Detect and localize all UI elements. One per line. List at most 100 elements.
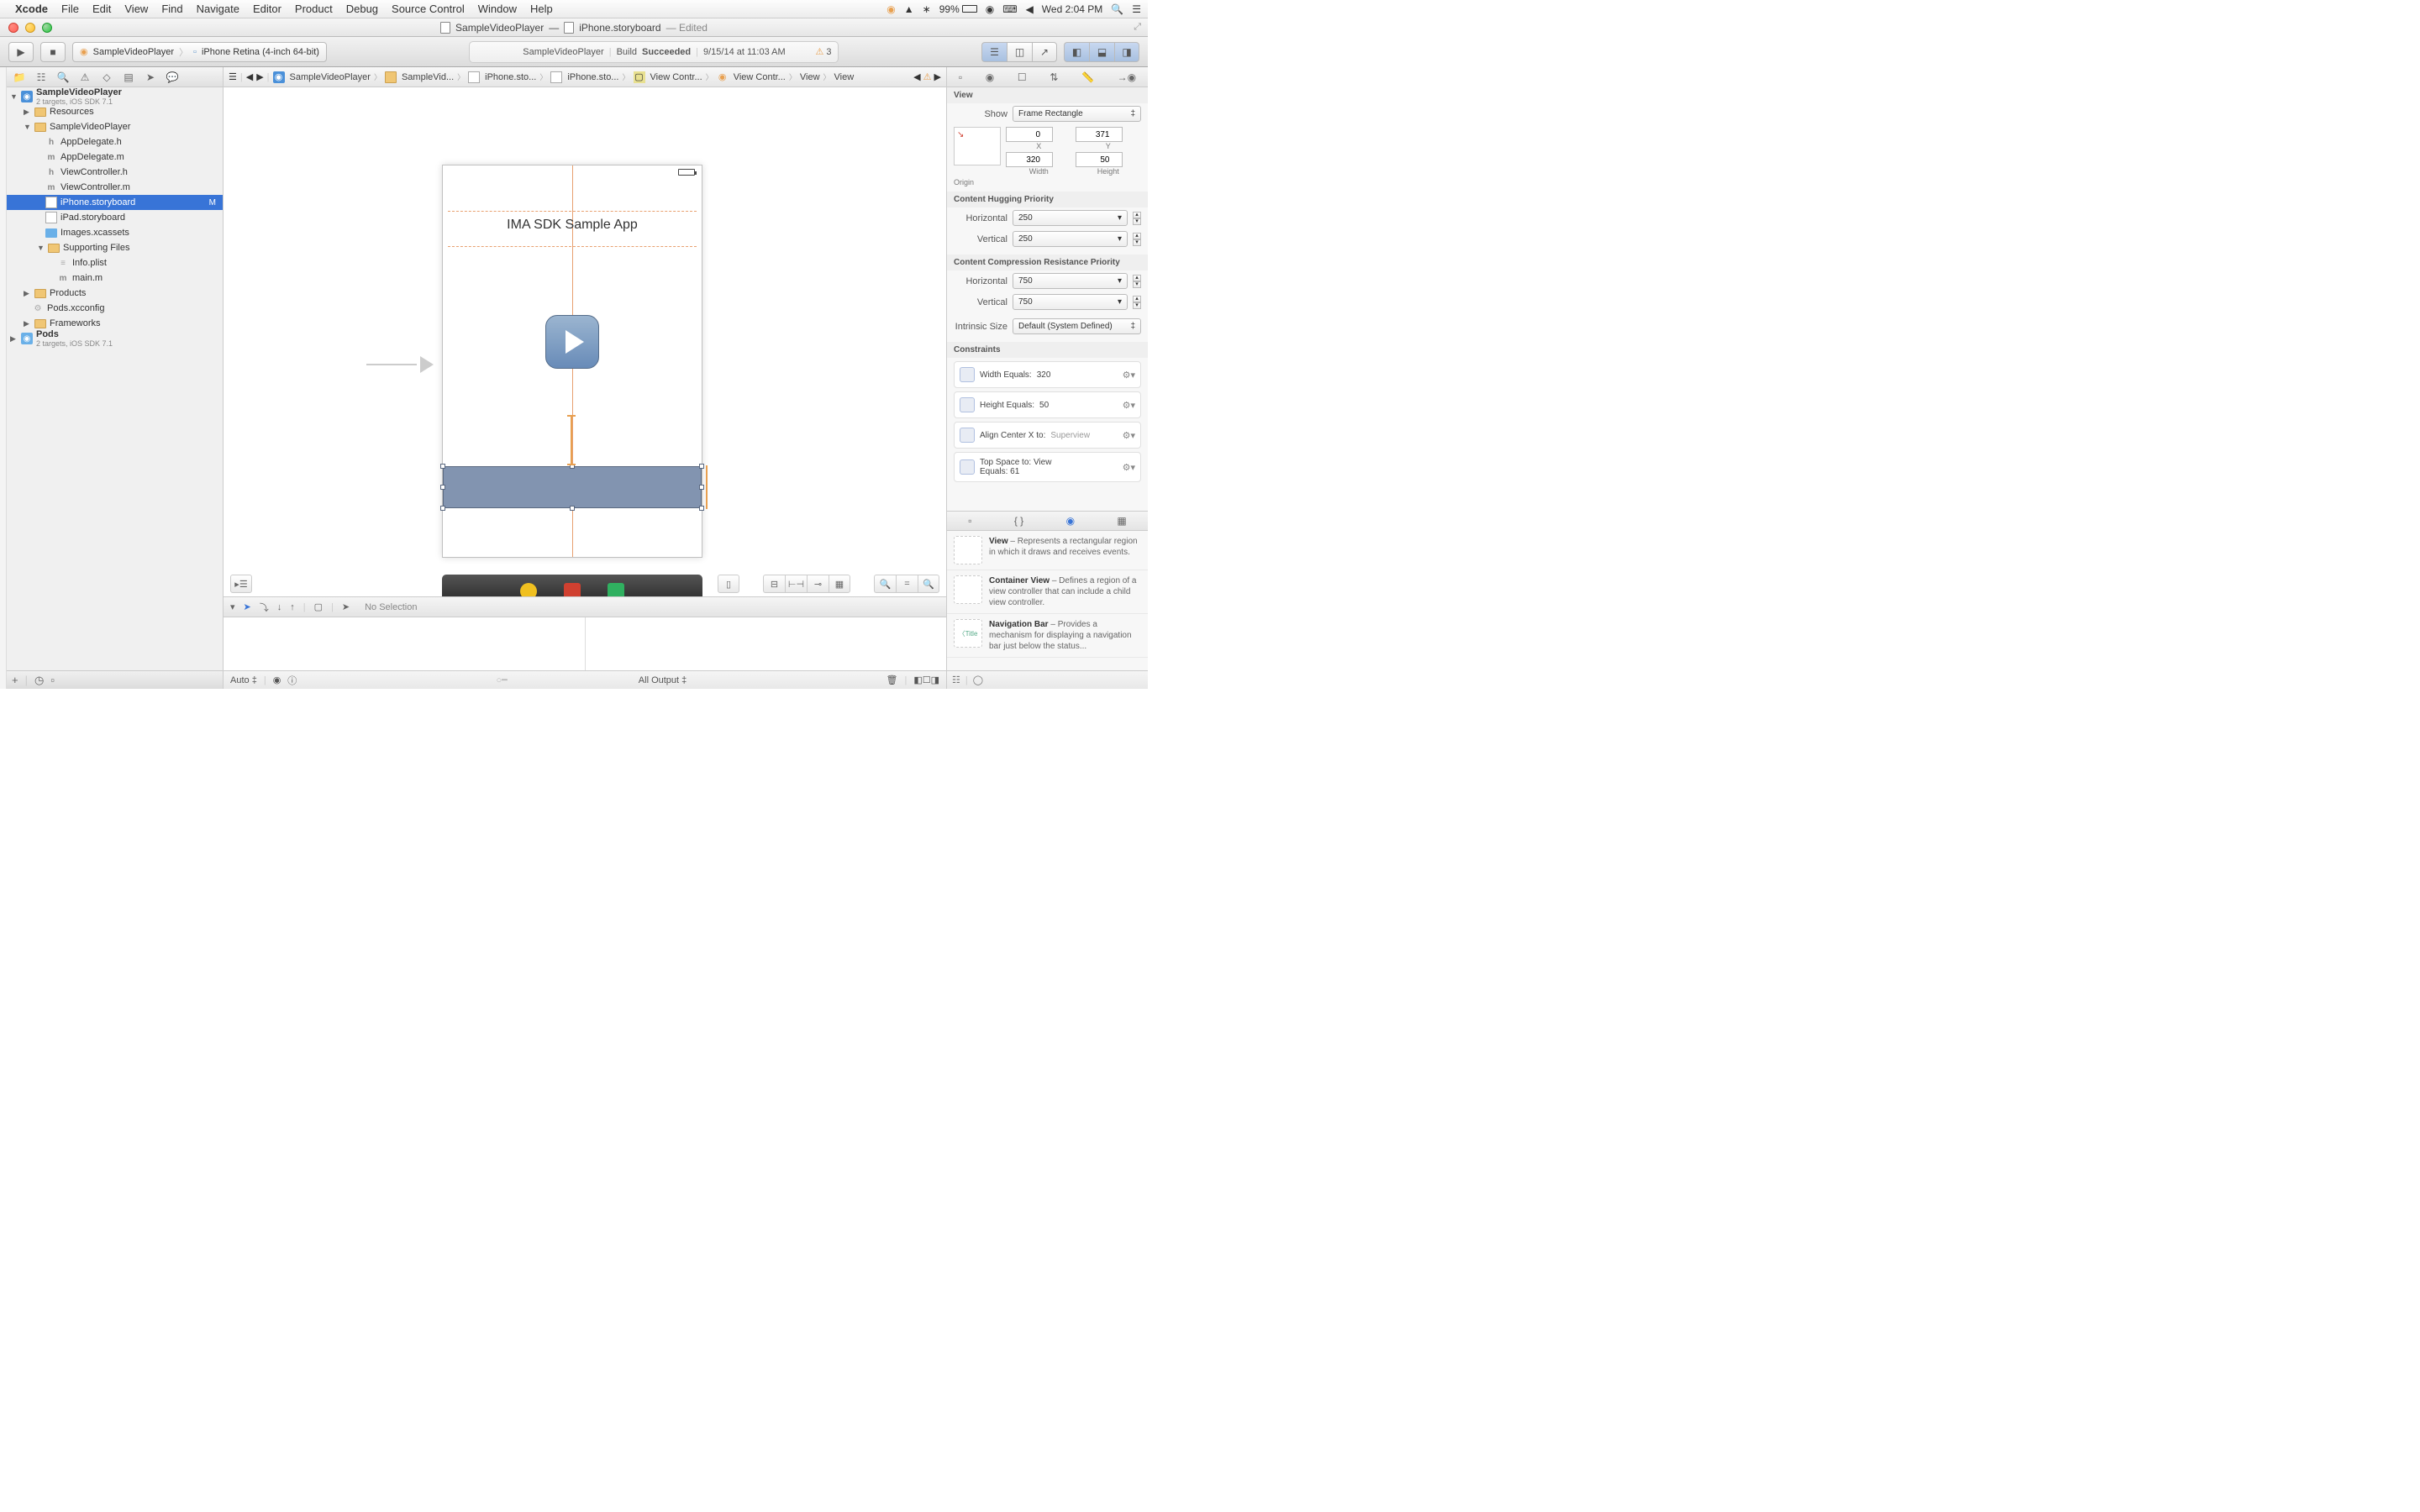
library-view-mode[interactable]: ☷ <box>952 675 960 685</box>
origin-selector[interactable]: ↘ <box>954 127 1001 165</box>
standard-editor-button[interactable]: ☰ <box>981 42 1007 62</box>
attributes-inspector-tab[interactable]: ⇅ <box>1050 71 1058 83</box>
step-out-button[interactable]: ↑ <box>290 602 295 612</box>
assistant-editor-button[interactable]: ◫ <box>1007 42 1032 62</box>
x-field[interactable] <box>1006 127 1053 142</box>
print-button[interactable]: ⓘ <box>287 674 297 687</box>
zoom-button[interactable] <box>42 23 52 33</box>
app-menu[interactable]: Xcode <box>15 3 48 15</box>
edit-menu[interactable]: Edit <box>92 3 111 15</box>
hugging-h-field[interactable]: 250▾ <box>1013 210 1128 226</box>
minimize-button[interactable] <box>25 23 35 33</box>
step-in-button[interactable]: ↓ <box>277 602 282 612</box>
library-item-container[interactable]: Container View – Defines a region of a v… <box>947 570 1148 614</box>
size-inspector-tab[interactable]: 📏 <box>1081 71 1094 83</box>
sync-icon[interactable]: ◉ <box>886 3 895 15</box>
intrinsic-size-selector[interactable]: Default (System Defined)‡ <box>1013 318 1141 334</box>
selected-view[interactable] <box>443 466 702 508</box>
notifications-icon[interactable]: ▲ <box>904 3 914 15</box>
debug-view-button[interactable]: ▢ <box>314 601 323 612</box>
forward-button[interactable]: ▶ <box>256 71 263 82</box>
zoom-in-button[interactable]: 🔍 <box>918 575 939 593</box>
variables-scope-selector[interactable]: Auto ‡ <box>230 675 257 685</box>
breakpoint-navigator-tab[interactable]: ➤ <box>143 71 158 84</box>
code-snippet-library-tab[interactable]: { } <box>1014 515 1023 527</box>
console-view[interactable] <box>586 617 947 670</box>
toggle-utilities-button[interactable]: ◨ <box>1114 42 1139 62</box>
scheme-selector[interactable]: ◉ SampleVideoPlayer 〉 ▫ iPhone Retina (4… <box>72 42 327 62</box>
find-navigator-tab[interactable]: 🔍 <box>55 71 71 84</box>
y-field[interactable] <box>1076 127 1123 142</box>
battery-status[interactable]: 99% <box>939 3 977 15</box>
library-filter-field[interactable]: ◯ <box>973 675 1143 685</box>
recent-filter-button[interactable]: ◷ <box>34 674 44 687</box>
keyboard-icon[interactable]: ⌨ <box>1002 3 1017 15</box>
debug-navigator-tab[interactable]: ▤ <box>121 71 136 84</box>
wifi-icon[interactable]: ◉ <box>986 3 994 15</box>
file-inspector-tab[interactable]: ▫ <box>959 71 962 83</box>
form-factor-button[interactable]: ▯ <box>718 575 739 593</box>
help-menu[interactable]: Help <box>530 3 553 15</box>
constraint-centerx[interactable]: Align Center X to: Superview⚙▾ <box>954 422 1141 449</box>
step-over-button[interactable]: ⤵ <box>260 601 269 614</box>
zoom-actual-button[interactable]: = <box>896 575 918 593</box>
scm-filter-button[interactable]: ▫ <box>50 674 55 686</box>
align-button[interactable]: ⊟ <box>763 575 785 593</box>
version-editor-button[interactable]: ↗ <box>1032 42 1057 62</box>
pin-button[interactable]: ⊢⊣ <box>785 575 807 593</box>
clock[interactable]: Wed 2:04 PM <box>1042 3 1102 15</box>
related-items-button[interactable]: ☰ <box>229 71 237 82</box>
editor-menu[interactable]: Editor <box>253 3 281 15</box>
add-button[interactable]: + <box>12 674 18 686</box>
project-tree[interactable]: ▼◉ SampleVideoPlayer2 targets, iOS SDK 7… <box>7 87 223 670</box>
volume-icon[interactable]: ◀ <box>1026 3 1034 15</box>
media-library-tab[interactable]: ▦ <box>1117 515 1126 527</box>
view-menu[interactable]: View <box>124 3 148 15</box>
spotlight-icon[interactable]: 🔍 <box>1111 3 1123 15</box>
clear-console-button[interactable]: 🗑 <box>886 675 898 685</box>
view-controller-scene[interactable]: IMA SDK Sample App <box>442 165 702 558</box>
entry-point-arrow[interactable] <box>366 356 434 373</box>
warnings-indicator[interactable]: ⚠3 <box>815 46 831 57</box>
compression-h-field[interactable]: 750▾ <box>1013 273 1128 289</box>
ib-canvas[interactable]: IMA SDK Sample App ▸☰ ▯ <box>224 87 946 596</box>
hide-debug-button[interactable]: ▾ <box>230 601 235 612</box>
menu-extras-icon[interactable]: ☰ <box>1132 3 1141 15</box>
stop-button[interactable]: ■ <box>40 42 66 62</box>
file-template-library-tab[interactable]: ▫ <box>968 515 971 527</box>
run-button[interactable]: ▶ <box>8 42 34 62</box>
product-menu[interactable]: Product <box>295 3 333 15</box>
close-button[interactable] <box>8 23 18 33</box>
document-outline-toggle[interactable]: ▸☰ <box>230 575 252 593</box>
compression-v-field[interactable]: 750▾ <box>1013 294 1128 310</box>
width-field[interactable] <box>1006 152 1053 167</box>
quicklook-button[interactable]: ◉ <box>273 675 281 685</box>
resolve-button[interactable]: ⊸ <box>807 575 829 593</box>
constraint-topspace[interactable]: Top Space to: ViewEquals: 61⚙▾ <box>954 452 1141 482</box>
quickhelp-inspector-tab[interactable]: ◉ <box>986 71 994 83</box>
jump-bar[interactable]: ☰ | ◀ ▶ | ◉SampleVideoPlayer〉 SampleVid.… <box>224 67 946 87</box>
window-menu[interactable]: Window <box>478 3 517 15</box>
project-navigator-tab[interactable]: 📁 <box>12 71 27 84</box>
continue-button[interactable]: ➤ <box>244 601 251 612</box>
variables-filter[interactable]: ○━ <box>497 675 508 685</box>
source-control-menu[interactable]: Source Control <box>392 3 465 15</box>
play-button-image[interactable] <box>545 315 599 369</box>
variables-view[interactable] <box>224 617 586 670</box>
identity-inspector-tab[interactable]: ☐ <box>1018 71 1027 83</box>
file-menu[interactable]: File <box>61 3 79 15</box>
navigate-menu[interactable]: Navigate <box>197 3 239 15</box>
title-label[interactable]: IMA SDK Sample App <box>443 218 702 233</box>
symbol-navigator-tab[interactable]: ☷ <box>34 71 49 84</box>
fullscreen-button[interactable]: ⤢ <box>1134 22 1141 33</box>
hugging-v-field[interactable]: 250▾ <box>1013 231 1128 247</box>
show-selector[interactable]: Frame Rectangle‡ <box>1013 106 1141 122</box>
test-navigator-tab[interactable]: ◇ <box>99 71 114 84</box>
constraint-height[interactable]: Height Equals: 50⚙▾ <box>954 391 1141 418</box>
back-button[interactable]: ◀ <box>246 71 253 82</box>
output-selector[interactable]: All Output ‡ <box>639 675 687 685</box>
library-item-navbar[interactable]: 〈TitleNavigation Bar – Provides a mechan… <box>947 614 1148 658</box>
constraint-width[interactable]: Width Equals: 320⚙▾ <box>954 361 1141 388</box>
bluetooth-icon[interactable]: ∗ <box>923 3 931 15</box>
zoom-out-button[interactable]: 🔍 <box>874 575 896 593</box>
